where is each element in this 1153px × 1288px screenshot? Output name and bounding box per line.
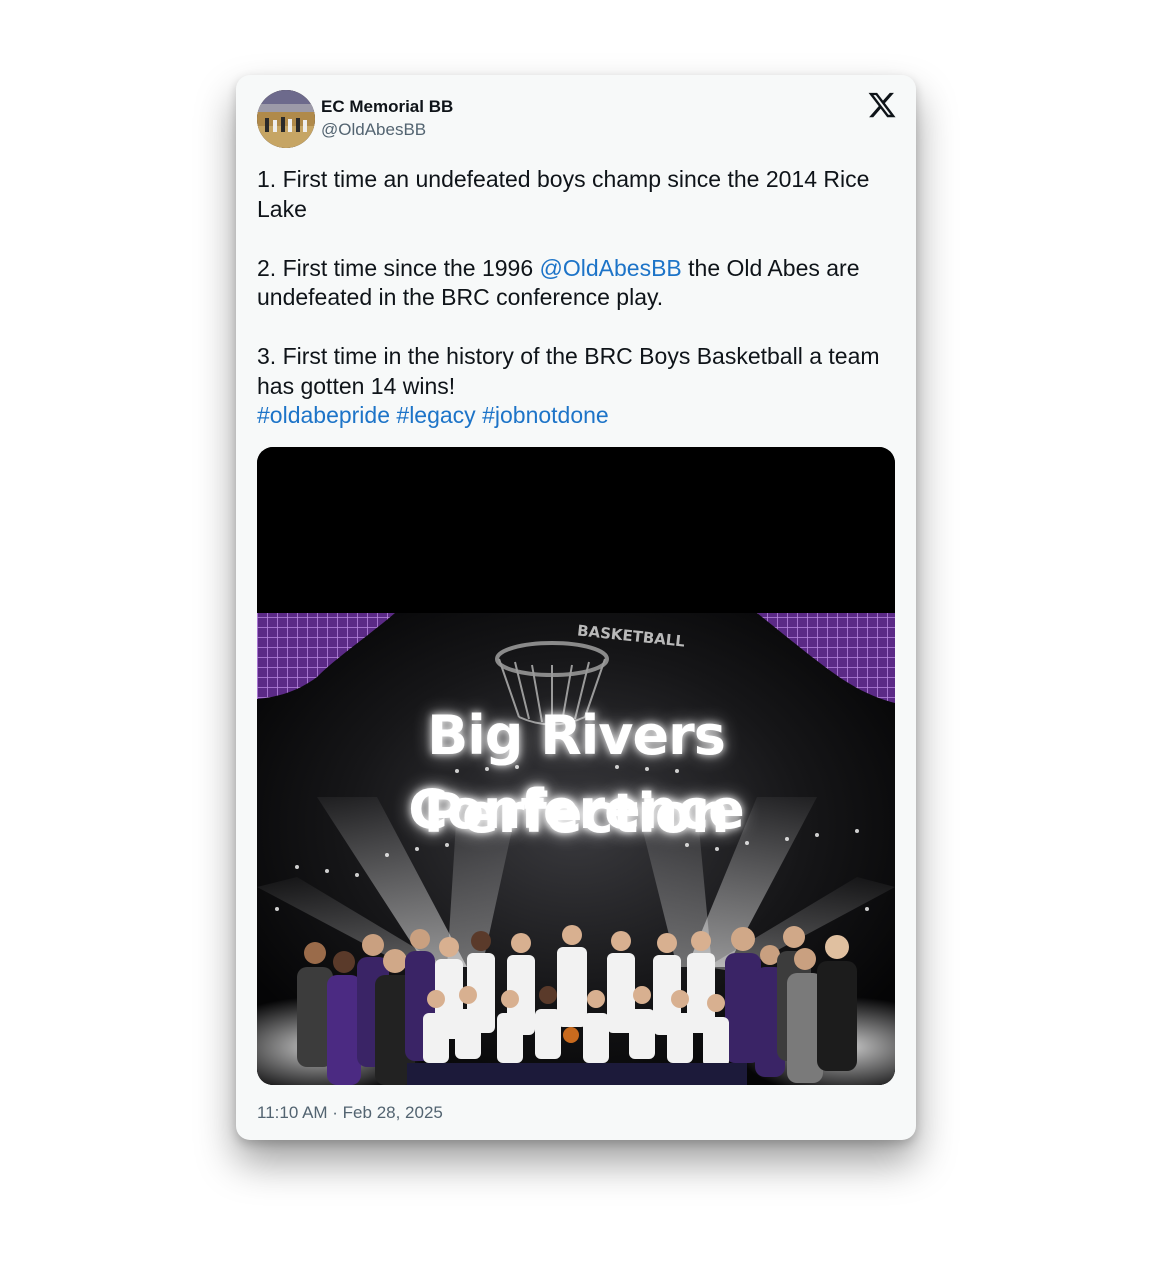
author-names: EC Memorial BB @OldAbesBB [321,96,453,142]
hashtag-link[interactable]: #oldabepride [257,402,390,428]
tweet-paragraph-2: 2. First time since the 1996 @OldAbesBB … [257,254,907,313]
paragraph-2-before: 2. First time since the 1996 [257,254,540,281]
hashtag-link[interactable]: #jobnotdone [482,402,609,428]
tweet-timestamp[interactable]: 11:10 AM · Feb 28, 2025 [257,1102,443,1124]
x-logo-icon[interactable] [867,90,897,120]
tweet-media-image[interactable]: BASKETBALL Big Rivers Conference Perfect… [257,447,895,1085]
handle[interactable]: @OldAbesBB [321,118,453,142]
tweet-paragraph-1: 1. First time an undefeated boys champ s… [257,166,870,222]
display-name[interactable]: EC Memorial BB [321,96,453,118]
avatar[interactable] [257,90,315,148]
overlay-title-line-2: Perfection [423,782,730,845]
hashtag-link[interactable]: #legacy [396,402,475,428]
tweet-card: EC Memorial BB @OldAbesBB 1. First time … [236,75,916,1140]
tweet-header: EC Memorial BB @OldAbesBB [257,90,897,150]
mention-link[interactable]: @OldAbesBB [540,255,682,281]
hashtag-row: #oldabepride #legacy #jobnotdone [257,401,907,431]
tweet-body: 1. First time an undefeated boys champ s… [257,165,907,431]
tweet-paragraph-3: 3. First time in the history of the BRC … [257,343,880,399]
